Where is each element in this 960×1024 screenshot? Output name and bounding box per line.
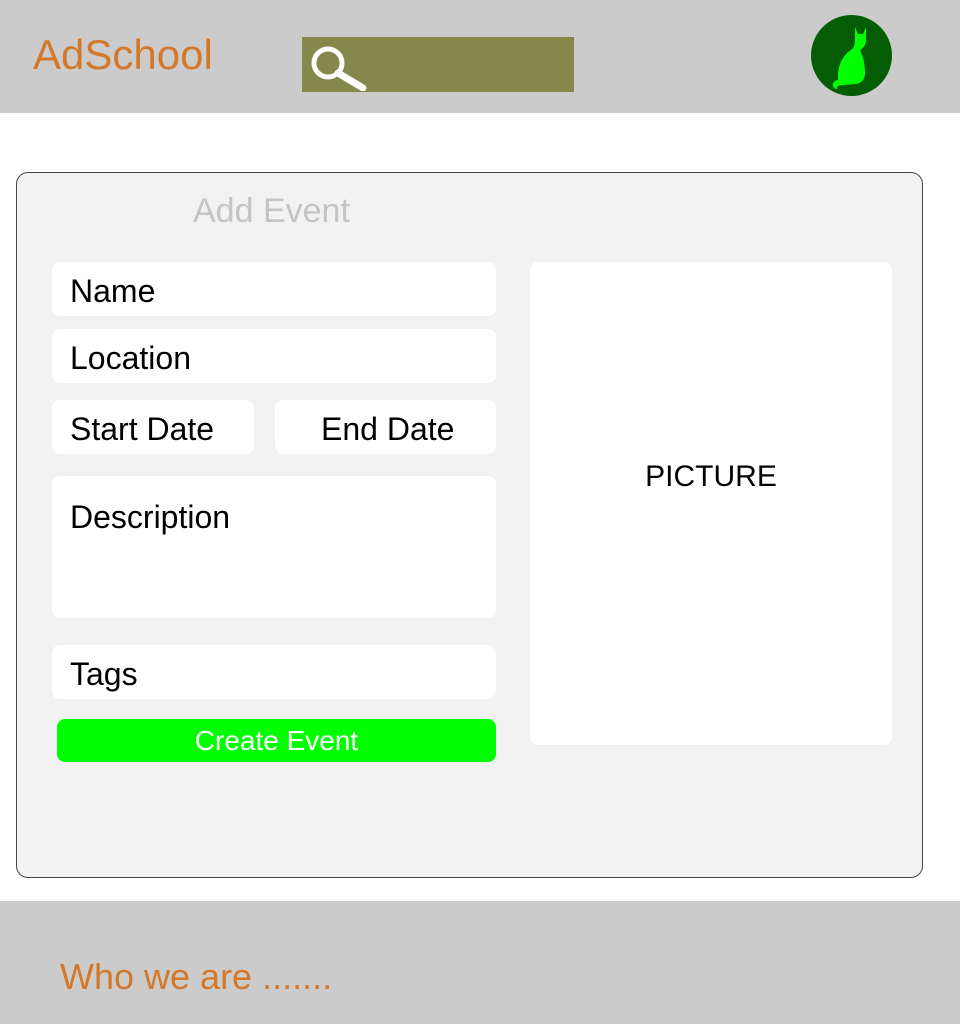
end-date-label: End Date — [321, 411, 455, 447]
tags-field[interactable]: Tags — [52, 645, 496, 699]
brand-logo[interactable]: AdSchool — [33, 29, 213, 81]
top-bar: AdSchool — [0, 0, 960, 113]
who-we-are-link[interactable]: Who we are ....... — [60, 956, 332, 998]
picture-label: PICTURE — [645, 460, 777, 493]
cat-icon — [832, 27, 866, 89]
footer: Who we are ....... — [0, 901, 960, 1024]
form-title: Add Event — [193, 192, 350, 230]
picture-upload[interactable]: PICTURE — [530, 262, 892, 745]
search-bar[interactable] — [302, 37, 574, 92]
tags-label: Tags — [70, 656, 138, 692]
name-field-label: Name — [70, 273, 156, 309]
start-date-field[interactable]: Start Date — [52, 400, 254, 454]
user-avatar[interactable] — [811, 15, 892, 96]
description-field[interactable]: Description — [52, 476, 496, 618]
start-date-label: Start Date — [70, 411, 215, 447]
add-event-card: Add Event Name Location Start Date End D… — [16, 172, 923, 878]
end-date-field[interactable]: End Date — [275, 400, 496, 454]
name-field[interactable]: Name — [52, 262, 496, 316]
location-field[interactable]: Location — [52, 329, 496, 383]
description-label: Description — [70, 499, 231, 535]
search-input[interactable] — [374, 47, 568, 83]
location-field-label: Location — [70, 340, 191, 376]
create-event-button[interactable]: Create Event — [57, 719, 496, 762]
search-icon[interactable] — [306, 41, 370, 91]
